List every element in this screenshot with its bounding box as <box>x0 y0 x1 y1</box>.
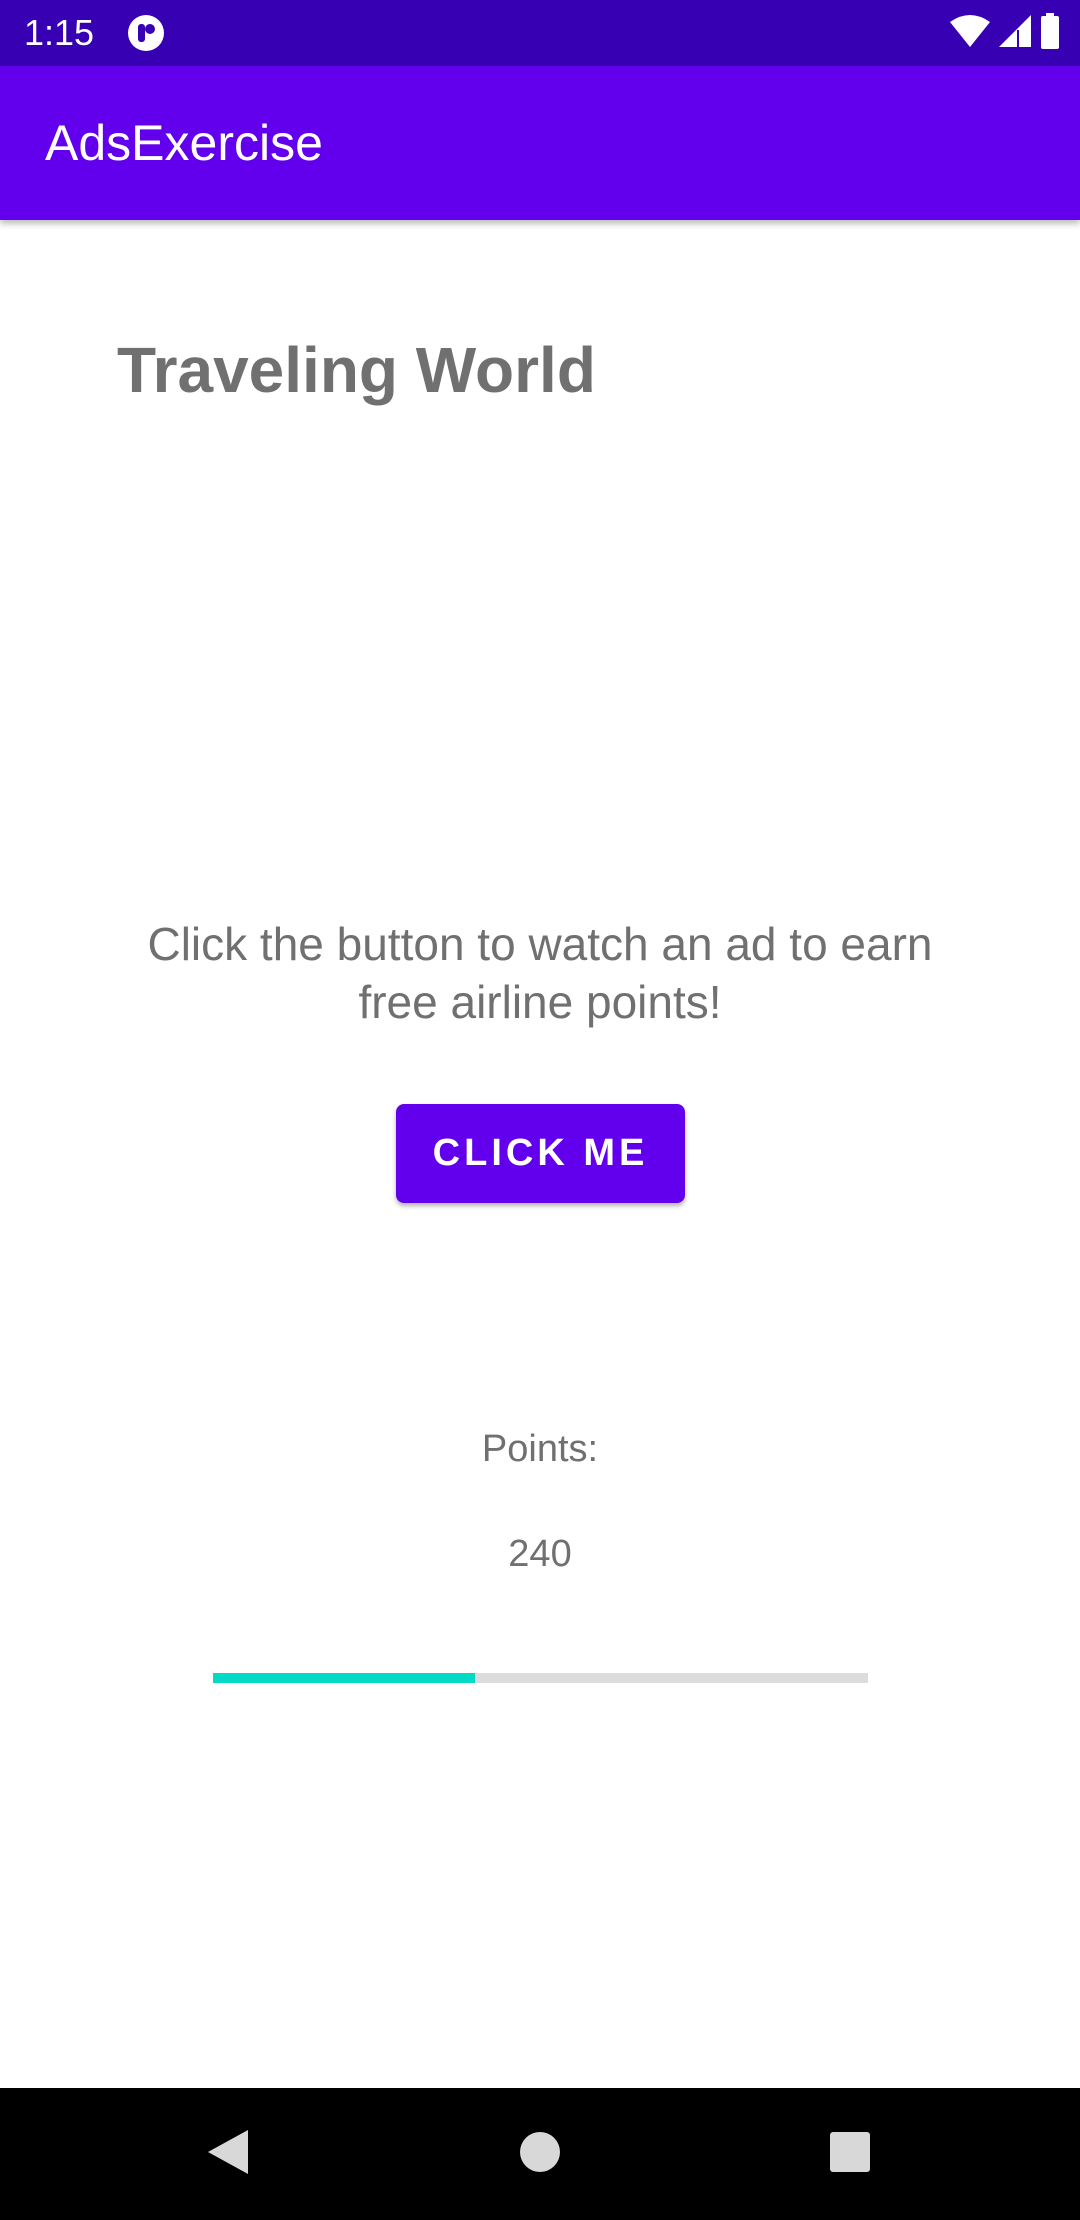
home-button[interactable] <box>504 2118 576 2190</box>
instructions-text: Click the button to watch an ad to earn … <box>147 918 933 1028</box>
home-icon <box>519 2131 561 2178</box>
wifi-icon <box>950 14 990 53</box>
navigation-bar <box>0 2088 1080 2220</box>
points-progress-fill <box>213 1673 475 1683</box>
points-value: 240 <box>508 1533 572 1575</box>
status-icons <box>950 12 1060 54</box>
status-bar: 1:15 <box>0 0 1080 66</box>
click-me-button[interactable]: Click Me <box>396 1104 685 1203</box>
recents-button[interactable] <box>814 2118 886 2190</box>
back-icon <box>206 2128 250 2181</box>
cellular-signal-icon <box>998 14 1032 53</box>
back-button[interactable] <box>192 2118 264 2190</box>
app-title: AdsExercise <box>45 115 323 171</box>
page-heading: Traveling World <box>117 334 596 406</box>
app-screen: 1:15 AdsExercise Traveling World Click t… <box>0 0 1080 2220</box>
recents-icon <box>829 2131 871 2178</box>
app-bar: AdsExercise <box>0 66 1080 220</box>
points-label: Points: <box>481 1428 599 1470</box>
status-time: 1:15 <box>24 12 95 53</box>
app-notification-icon <box>127 14 165 52</box>
points-progress-bar <box>213 1673 868 1683</box>
battery-icon <box>1040 12 1060 54</box>
